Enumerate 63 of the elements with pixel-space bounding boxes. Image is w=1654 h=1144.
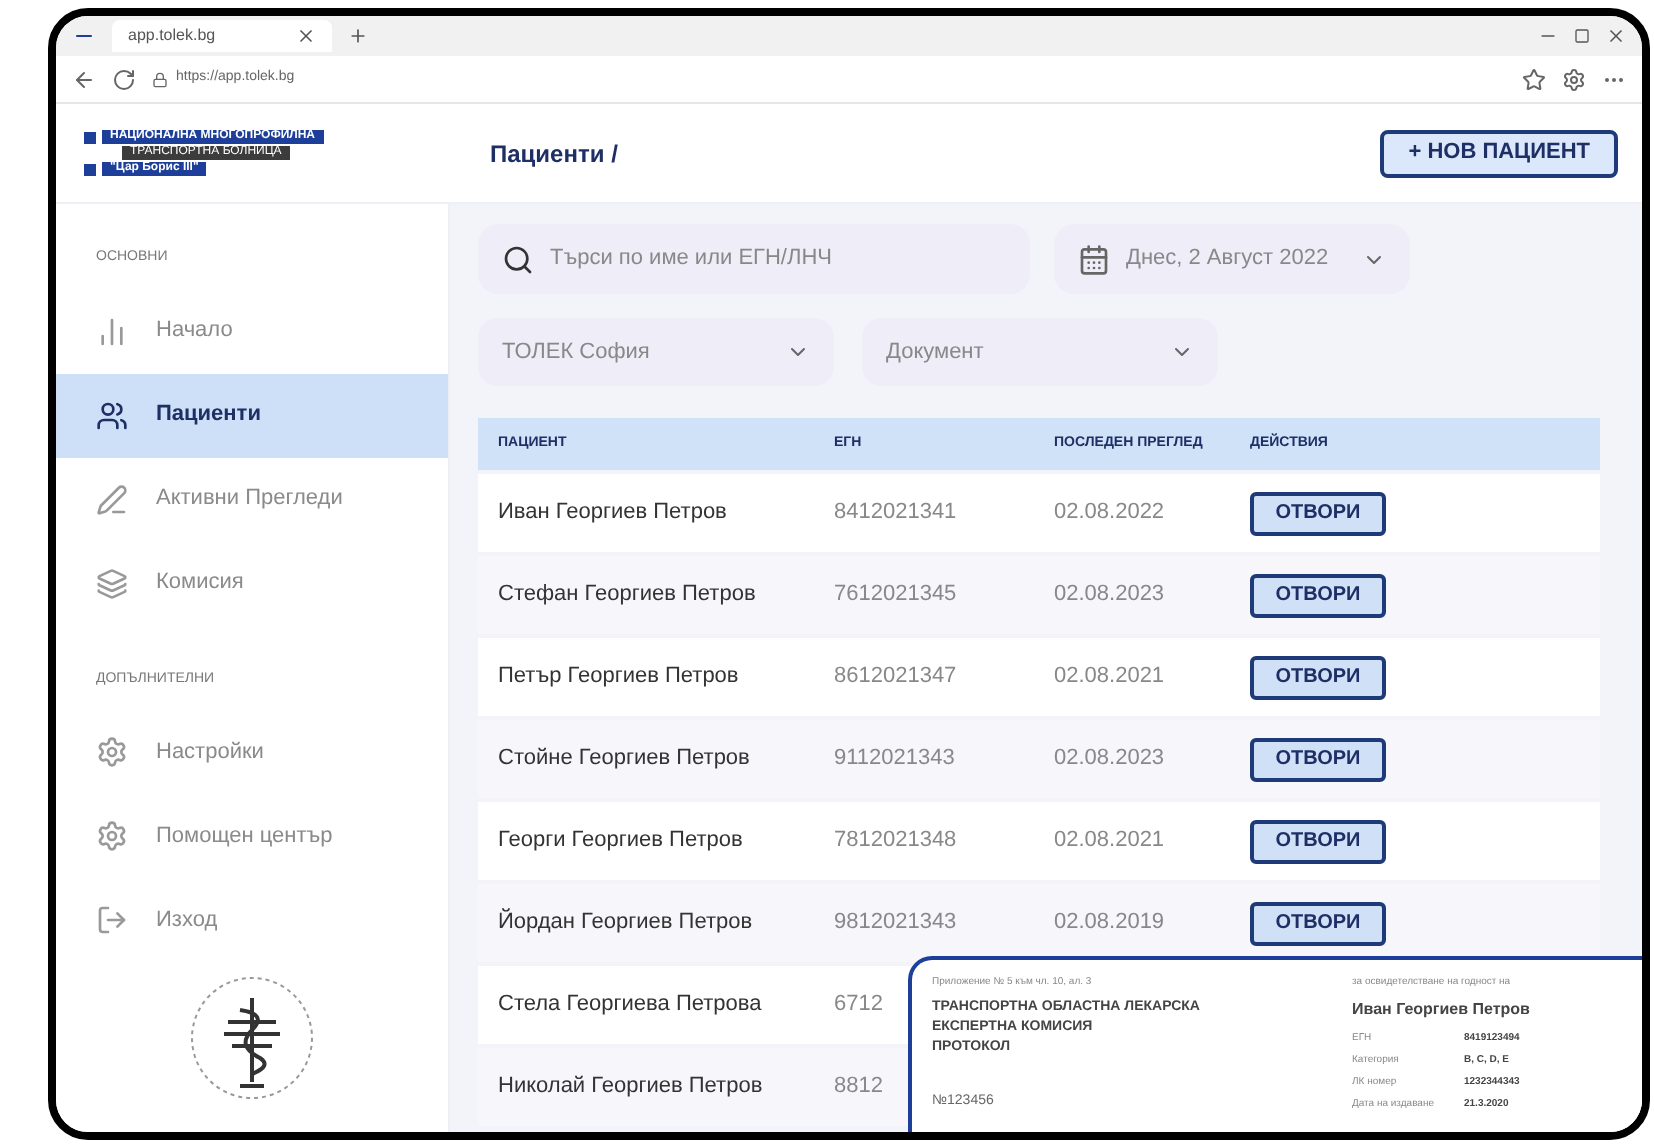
dropdown[interactable]: ТОЛЕК София: [478, 318, 834, 386]
seal-drawing: [188, 974, 316, 1102]
new-patient-button[interactable]: + НОВ ПАЦИЕНТ: [1380, 129, 1618, 177]
egn-cell-text: 7812021348: [834, 826, 957, 857]
patient-name: Стела Георгиева Петрова: [498, 990, 764, 1021]
patient-name: Георги Георгиев Петров: [498, 826, 745, 857]
gear-icon: [96, 820, 128, 852]
open-button[interactable]: ОТВОРИ: [1250, 819, 1386, 863]
layers-icon: [96, 567, 128, 599]
egn-cell-text: 7612021345: [834, 580, 957, 611]
sidebar-item[interactable]: Пациенти: [56, 373, 448, 457]
search-field[interactable]: Търси по име или ЕГН/ЛНЧ: [550, 242, 1006, 276]
sidebar-item[interactable]: Изход: [56, 878, 448, 962]
back-icon[interactable]: [72, 67, 96, 91]
refresh-icon[interactable]: [112, 67, 136, 91]
close-icon[interactable]: [296, 26, 316, 46]
subject-name: Иван Георгиев Петров: [1352, 997, 1530, 1021]
patient-name: Йордан Георгиев Петров: [498, 906, 755, 939]
calendar-icon: [1078, 243, 1110, 275]
bar-chart-icon: [96, 315, 128, 347]
sidebar-item[interactable]: Помощен център: [56, 794, 448, 878]
date-cell-text: 02.08.2023: [1054, 744, 1167, 775]
date-cell-text: 02.08.2021: [1054, 662, 1167, 693]
lock-icon: [152, 71, 168, 87]
date-cell-text: 02.08.2021: [1054, 826, 1167, 857]
breadcrumb: Пациенти /: [490, 137, 618, 171]
dropdown[interactable]: Документ: [862, 318, 1218, 386]
date-picker[interactable]: Днес, 2 Август 2022: [1054, 224, 1410, 294]
logout-icon: [96, 904, 128, 936]
open-button[interactable]: ОТВОРИ: [1250, 901, 1386, 945]
date-cell-text: 02.08.2019: [1054, 908, 1167, 939]
search-icon: [502, 243, 534, 275]
patient-name: Стойне Георгиев Петров: [498, 744, 752, 775]
star-icon[interactable]: [1522, 67, 1546, 91]
patient-name: Стефан Георгиев Петров: [498, 580, 758, 611]
open-button[interactable]: ОТВОРИ: [1250, 491, 1386, 535]
open-button[interactable]: ОТВОРИ: [1250, 737, 1386, 781]
settings-icon[interactable]: [1562, 67, 1586, 91]
gear-icon: [96, 736, 128, 768]
open-button[interactable]: ОТВОРИ: [1250, 573, 1386, 617]
egn-cell-text: 8412021341: [834, 498, 957, 529]
users-icon: [96, 399, 128, 431]
egn-cell-text: 6712: [834, 990, 883, 1021]
patient-name: Петър Георгиев Петров: [498, 662, 741, 693]
new-tab-icon[interactable]: [348, 26, 368, 46]
browser-tab[interactable]: app.tolek.bg: [112, 20, 332, 52]
date-cell-text: 02.08.2023: [1054, 580, 1167, 611]
patient-name: Иван Георгиев Петров: [498, 498, 729, 529]
egn-cell-text: 8612021347: [834, 662, 957, 693]
search-bar[interactable]: Търси по име или ЕГН/ЛНЧ: [478, 224, 1030, 294]
egn-cell-text: 9112021343: [834, 744, 955, 775]
sidebar-item[interactable]: Активни Прегледи: [56, 457, 448, 541]
egn-cell-text: 9812021343: [834, 908, 957, 939]
patient-name: Николай Георгиев Петров: [498, 1072, 765, 1103]
sidebar-item[interactable]: Комисия: [56, 541, 448, 625]
pen-icon: [96, 483, 128, 515]
open-button[interactable]: ОТВОРИ: [1250, 655, 1386, 699]
sidebar-item[interactable]: Настройки: [56, 710, 448, 794]
maximize-icon[interactable]: [1574, 28, 1590, 44]
date-cell-text: 02.08.2022: [1054, 498, 1167, 529]
sidebar-item[interactable]: Начало: [56, 289, 448, 373]
egn-cell-text: 8812: [834, 1072, 883, 1103]
close-icon[interactable]: [1606, 26, 1626, 46]
